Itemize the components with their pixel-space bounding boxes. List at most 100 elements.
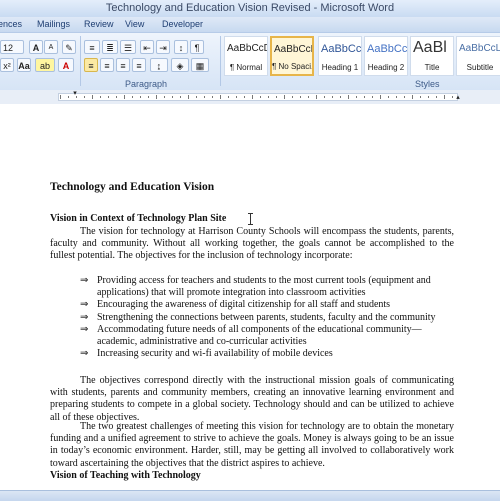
tab-developer[interactable]: Developer xyxy=(162,19,203,29)
multilevel-list-button[interactable]: ☰ xyxy=(120,40,136,54)
justify-button[interactable]: ≡ xyxy=(132,58,146,72)
style-name: ¶ Normal xyxy=(229,63,263,72)
ruler-tick xyxy=(60,95,61,99)
ruler-tick xyxy=(252,95,253,99)
ruler-tick xyxy=(308,96,309,98)
paragraph-text: The objectives correspond directly with … xyxy=(50,375,454,423)
decrease-indent-button[interactable]: ⇤ xyxy=(140,40,154,54)
ribbon-tabs: ences Mailings Review View Developer xyxy=(0,17,500,32)
first-line-indent-marker[interactable]: ▾ xyxy=(72,91,78,97)
paragraph-text: The two greatest challenges of meeting t… xyxy=(50,421,454,469)
ruler-tick xyxy=(388,96,389,98)
increase-indent-button[interactable]: ⇥ xyxy=(156,40,170,54)
ruler-tick xyxy=(428,96,429,98)
align-center-button[interactable]: ≡ xyxy=(100,58,114,72)
ruler-tick xyxy=(276,96,277,98)
ruler-tick xyxy=(116,96,117,98)
numbering-button[interactable]: ≣ xyxy=(102,40,118,54)
change-case-button[interactable]: Aa xyxy=(17,58,31,72)
ruler-tick xyxy=(132,96,133,98)
ruler-tick xyxy=(356,96,357,98)
ruler-tick xyxy=(404,96,405,98)
list-item: ⇒ Accommodating future needs of all compo… xyxy=(80,323,422,348)
grow-font-button[interactable]: A xyxy=(29,40,43,54)
bullets-button[interactable]: ≡ xyxy=(84,40,100,54)
paragraph-text: The vision for technology at Harrison Co… xyxy=(50,226,454,262)
list-item: ⇒ Encouraging the awareness of digital ci… xyxy=(80,299,391,311)
style-preview: AaBbCcDc xyxy=(227,43,267,54)
style-normal[interactable]: AaBbCcDc ¶ Normal xyxy=(224,36,268,76)
tab-references[interactable]: ences xyxy=(0,19,22,29)
ruler-tick xyxy=(76,96,77,98)
ruler-tick xyxy=(84,96,85,98)
align-right-button[interactable]: ≡ xyxy=(116,58,130,72)
style-preview: AaBl xyxy=(413,39,447,56)
list-item: ⇒ Providing access for teachers and stude… xyxy=(80,275,431,299)
text-cursor-icon xyxy=(248,213,253,225)
ruler-tick xyxy=(228,96,229,98)
show-formatting-button[interactable]: ¶ xyxy=(190,40,204,54)
ruler-tick xyxy=(444,95,445,99)
list-item: ⇒ Strengthening the connections between p… xyxy=(80,311,436,323)
arrow-bullet-icon: ⇒ xyxy=(80,275,89,286)
document-title: Technology and Education Vision xyxy=(50,181,215,193)
arrow-bullet-icon: ⇒ xyxy=(80,348,89,360)
style-subtitle[interactable]: AaBbCcL Subtitle xyxy=(456,36,500,76)
tab-review[interactable]: Review xyxy=(84,19,114,29)
style-preview: AaBbCc xyxy=(321,43,362,55)
tab-mailings[interactable]: Mailings xyxy=(37,19,70,29)
sort-button[interactable]: ↕ xyxy=(174,40,188,54)
clear-format-icon[interactable]: ✎ xyxy=(62,40,76,54)
font-color-button[interactable]: A xyxy=(58,58,74,72)
tab-view[interactable]: View xyxy=(125,19,144,29)
style-heading-1[interactable]: AaBbCc Heading 1 xyxy=(318,36,362,76)
ruler-tick xyxy=(188,95,189,99)
font-size-select[interactable]: 12 xyxy=(0,40,24,54)
arrow-bullet-icon: ⇒ xyxy=(80,299,89,311)
ruler-tick xyxy=(316,95,317,99)
shading-button[interactable]: ◈ xyxy=(171,58,189,72)
align-left-button[interactable]: ≡ xyxy=(84,58,98,72)
ruler-tick xyxy=(196,96,197,98)
shrink-font-button[interactable]: A xyxy=(44,40,58,54)
list-item: ⇒ Increasing security and wi-fi availabil… xyxy=(80,348,333,360)
paragraph: The objectives correspond directly with … xyxy=(50,375,454,424)
ruler-tick xyxy=(284,95,285,99)
ruler-tick xyxy=(268,96,269,98)
group-divider xyxy=(80,36,81,86)
ruler-tick xyxy=(364,96,365,98)
arrow-bullet-icon: ⇒ xyxy=(80,311,89,323)
ruler-tick xyxy=(452,96,453,98)
line-spacing-button[interactable]: ↨ xyxy=(150,58,168,72)
style-preview: AaBbCcL xyxy=(459,43,500,54)
ruler-tick xyxy=(236,96,237,98)
style-title[interactable]: AaBl Title xyxy=(410,36,454,76)
ruler-tick xyxy=(212,96,213,98)
borders-button[interactable]: ▦ xyxy=(191,58,209,72)
ruler-tick xyxy=(68,96,69,98)
ruler-tick xyxy=(148,96,149,98)
ruler-tick xyxy=(436,96,437,98)
superscript-button[interactable]: x² xyxy=(0,58,14,72)
ruler-tick xyxy=(164,96,165,98)
ruler-tick xyxy=(420,96,421,98)
style-name: ¶ No Spaci... xyxy=(272,62,314,71)
right-indent-marker[interactable]: ▴ xyxy=(455,95,461,101)
paragraph-group-label: Paragraph xyxy=(125,79,168,89)
horizontal-ruler[interactable]: ▾ ▴ xyxy=(0,90,500,105)
ruler-tick xyxy=(156,95,157,99)
ruler-tick xyxy=(324,96,325,98)
ruler-tick xyxy=(412,95,413,99)
highlight-color-button[interactable]: ab xyxy=(35,58,55,72)
ruler-tick xyxy=(108,96,109,98)
ruler-tick xyxy=(332,96,333,98)
section-heading: Vision in Context of Technology Plan Sit… xyxy=(50,213,227,224)
style-name: Title xyxy=(424,63,440,72)
style-name: Subtitle xyxy=(466,63,494,72)
arrow-bullet-icon: ⇒ xyxy=(80,323,89,335)
ruler-tick xyxy=(220,95,221,99)
ruler-tick xyxy=(92,95,93,99)
style-name: Heading 1 xyxy=(321,63,359,72)
style-no-spacing[interactable]: AaBbCcDc ¶ No Spaci... xyxy=(270,36,314,76)
style-heading-2[interactable]: AaBbCc Heading 2 xyxy=(364,36,408,76)
